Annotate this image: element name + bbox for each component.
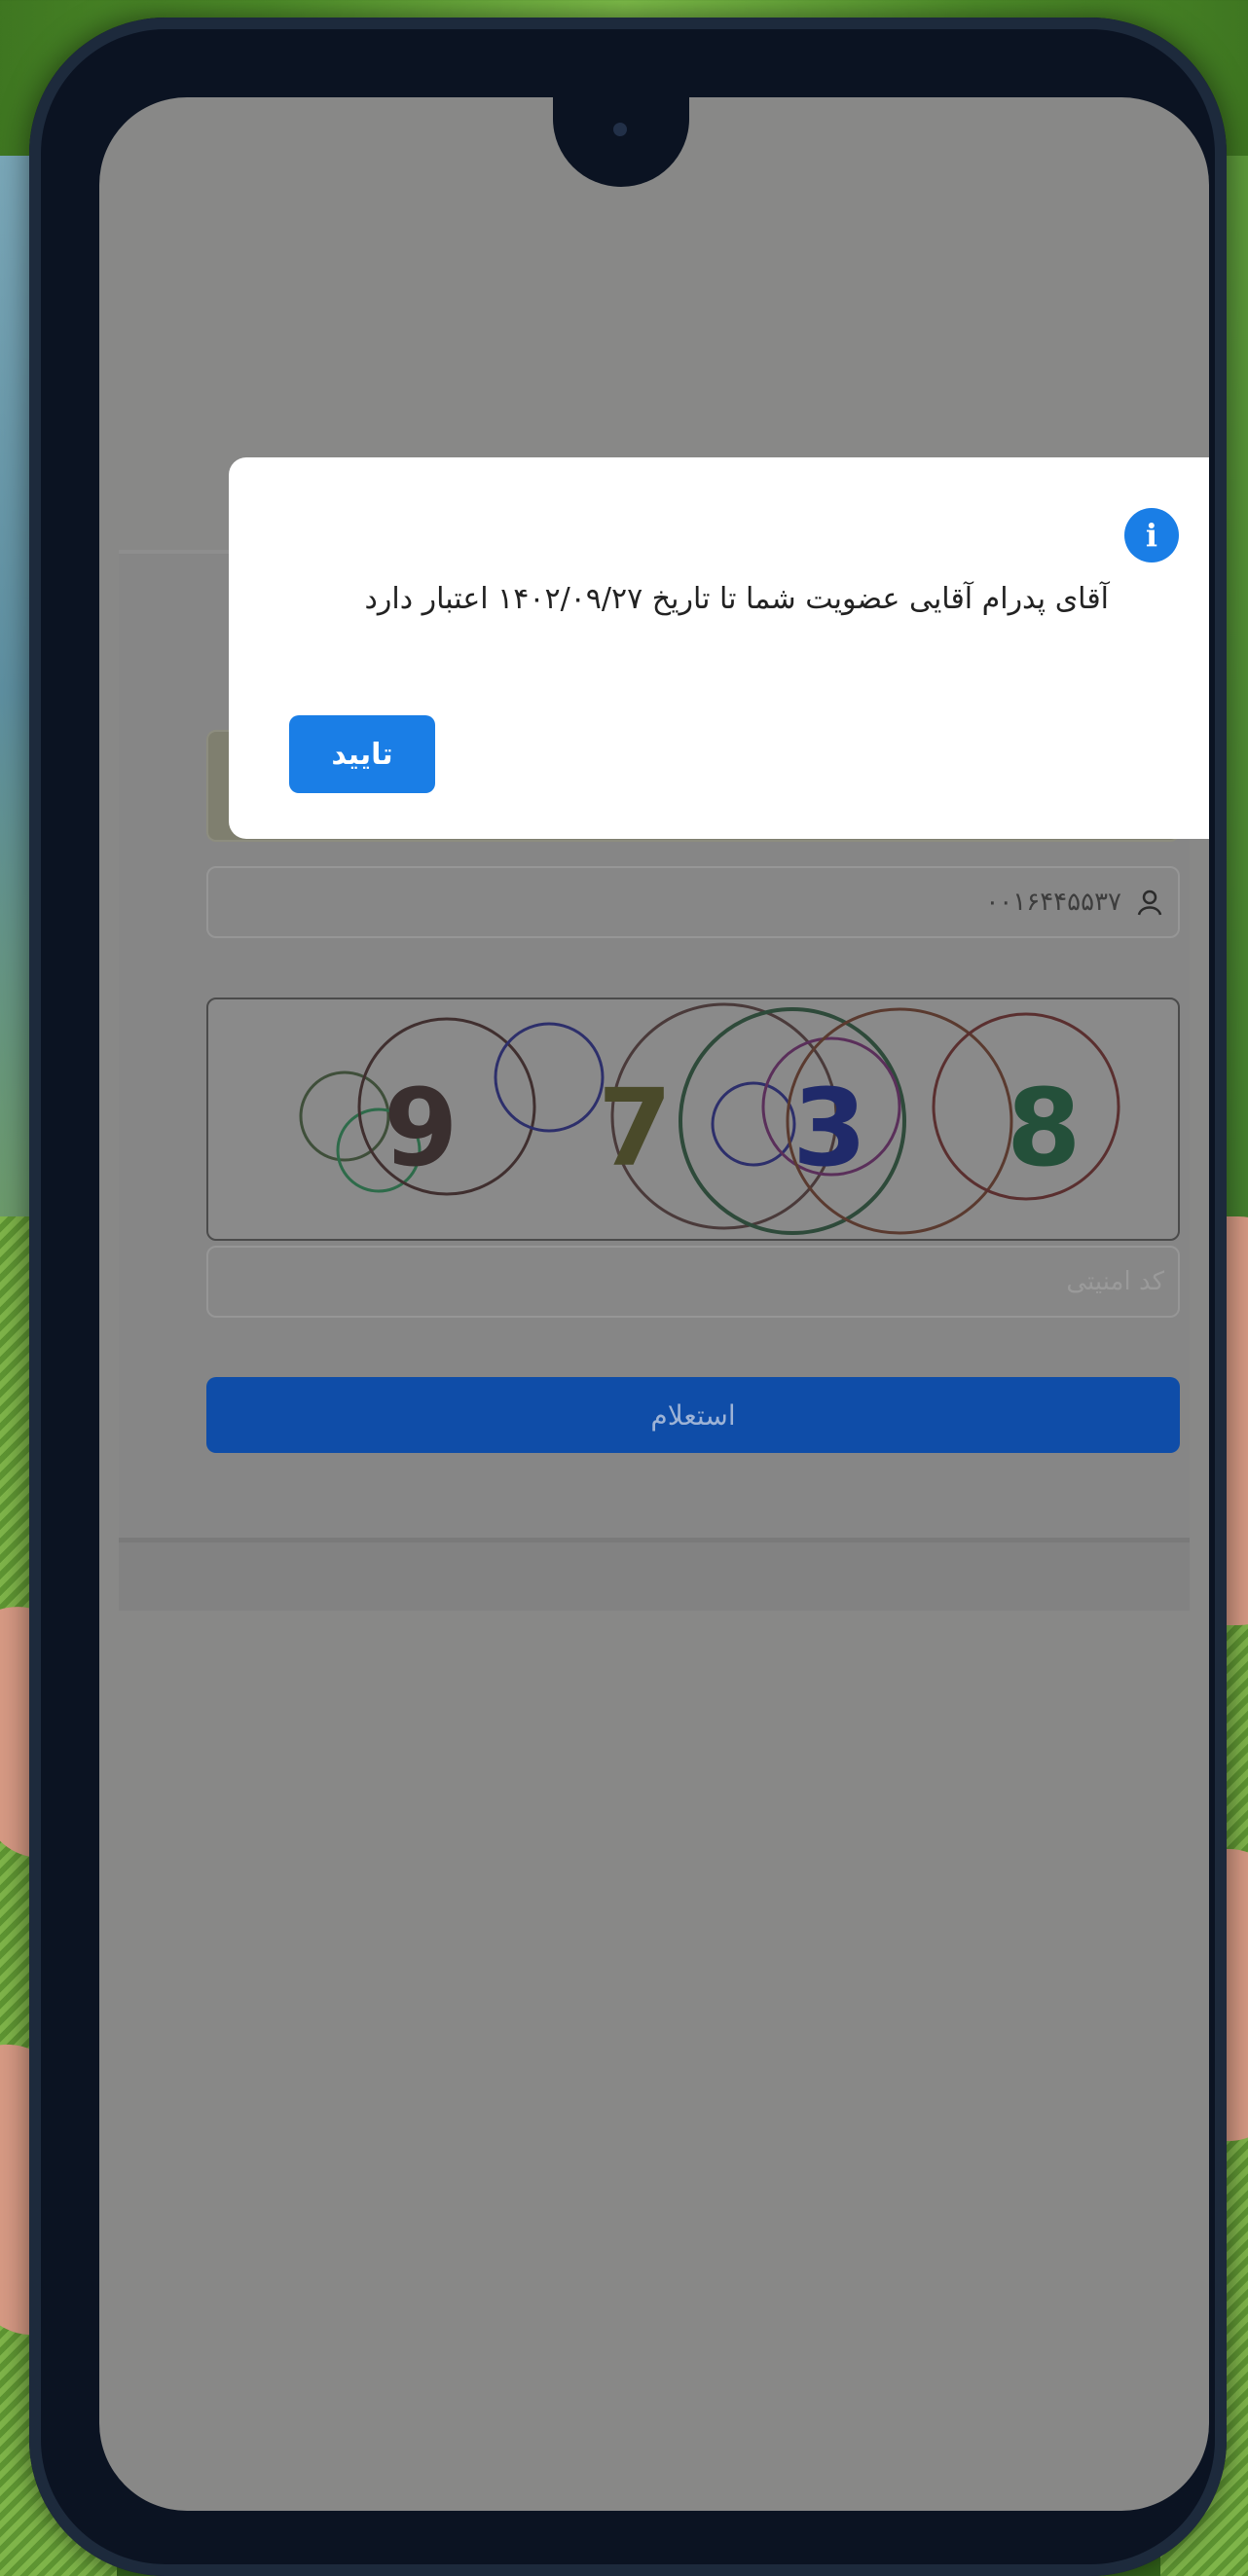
captcha-digit-1: 9 — [384, 1066, 459, 1190]
phone-frame: ۰۰۱۶۴۴۵۵۳۷ 9 7 3 8 کد امنیتی استعلام i آ… — [29, 18, 1227, 2576]
section-divider — [119, 1538, 1190, 1611]
captcha-digit-2: 7 — [598, 1066, 673, 1190]
confirm-button[interactable]: تایید — [289, 715, 435, 793]
camera-icon — [613, 123, 627, 136]
national-code-value: ۰۰۱۶۴۴۵۵۳۷ — [985, 888, 1121, 917]
captcha-input[interactable]: کد امنیتی — [206, 1246, 1180, 1318]
captcha-digit-3: 3 — [792, 1066, 867, 1190]
captcha-graphic: 9 7 3 8 — [299, 1002, 1120, 1235]
captcha-digit-4: 8 — [1007, 1066, 1082, 1190]
national-code-field[interactable]: ۰۰۱۶۴۴۵۵۳۷ — [206, 866, 1180, 938]
dialog-message: آقای پدرام آقایی عضویت شما تا تاریخ ۱۴۰۲… — [364, 582, 1109, 616]
captcha-image: 9 7 3 8 — [206, 998, 1180, 1241]
info-icon: i — [1124, 508, 1179, 562]
phone-screen: ۰۰۱۶۴۴۵۵۳۷ 9 7 3 8 کد امنیتی استعلام i آ… — [99, 97, 1209, 2511]
captcha-placeholder: کد امنیتی — [1066, 1267, 1164, 1296]
inquiry-button[interactable]: استعلام — [206, 1377, 1180, 1453]
user-icon — [1137, 889, 1162, 916]
info-dialog: i آقای پدرام آقایی عضویت شما تا تاریخ ۱۴… — [229, 457, 1209, 839]
